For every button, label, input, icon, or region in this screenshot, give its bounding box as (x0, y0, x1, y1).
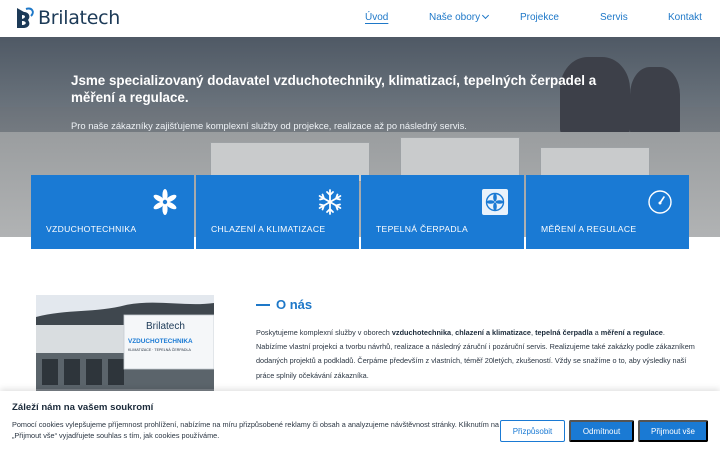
cookie-customize-button[interactable]: Přizpůsobit (500, 420, 565, 442)
about-bold-tepelna-cerpadla: tepelná čerpadla (535, 328, 593, 337)
about-text-sep: a (592, 328, 601, 337)
fan-icon (153, 189, 177, 215)
photo-sign-line-2: KLIMATIZACE · TEPELNÁ ČERPADLA (128, 347, 192, 352)
tile-label: MĚŘENÍ A REGULACE (541, 224, 637, 234)
nav-item-kontakt[interactable]: Kontakt (668, 12, 702, 23)
hero-title: Jsme specializovaný dodavatel vzduchotec… (71, 73, 597, 105)
nav-item-servis[interactable]: Servis (600, 12, 628, 23)
cookie-title: Záleží nám na vašem soukromí (12, 402, 154, 413)
tile-label: TEPELNÁ ČERPADLA (376, 224, 469, 234)
logo[interactable]: Brilatech (14, 6, 120, 30)
cookie-text: Pomocí cookies vylepšujeme příjemnost pr… (12, 420, 499, 440)
building-illustration: Brilatech VZDUCHOTECHNIKA KLIMATIZACE · … (36, 295, 214, 395)
tile-chlazeni-a-klimatizace[interactable]: CHLAZENÍ A KLIMATIZACE (196, 175, 359, 249)
cookie-reject-button[interactable]: Odmítnout (569, 420, 634, 442)
gauge-icon (648, 190, 672, 214)
tile-vzduchotechnika[interactable]: VZDUCHOTECHNIKA (31, 175, 194, 249)
tile-label: VZDUCHOTECHNIKA (46, 224, 137, 234)
site-header: Brilatech Úvod Naše obory Projekce Servi… (0, 0, 720, 37)
heat-pump-icon (482, 189, 508, 215)
nav-item-uvod[interactable]: Úvod (365, 12, 388, 23)
logo-text: Brilatech (38, 7, 120, 29)
company-building-photo: Brilatech VZDUCHOTECHNIKA KLIMATIZACE · … (36, 295, 214, 395)
snowflake-icon (318, 189, 342, 215)
about-bold-mereni: měření a regulace (600, 328, 663, 337)
tile-tepelna-cerpadla[interactable]: TEPELNÁ ČERPADLA (361, 175, 524, 249)
about-bold-chlazeni: chlazení a klimatizace (455, 328, 531, 337)
photo-sign-line-1: VZDUCHOTECHNIKA (128, 338, 193, 345)
chevron-down-icon (482, 11, 490, 20)
photo-sign-brand: Brilatech (146, 321, 185, 332)
about-paragraph: Poskytujeme komplexní služby v oborech v… (256, 326, 696, 383)
nav-item-nase-obory[interactable]: Naše obory (429, 11, 490, 23)
about-heading: O nás (256, 297, 312, 312)
tile-mereni-a-regulace[interactable]: MĚŘENÍ A REGULACE (526, 175, 689, 249)
about-bold-vzduchotechnika: vzduchotechnika (391, 328, 452, 337)
nav-item-projekce[interactable]: Projekce (520, 12, 559, 23)
heading-accent-line (256, 303, 270, 306)
nav-item-label: Naše obory (429, 12, 481, 23)
brilatech-logo-icon (17, 7, 34, 28)
tile-label: CHLAZENÍ A KLIMATIZACE (211, 224, 326, 234)
cookie-accept-button[interactable]: Přijmout vše (638, 420, 708, 442)
hero-subtitle: Pro naše zákazníky zajišťujeme komplexní… (71, 120, 467, 131)
about-text-part: Poskytujeme komplexní služby v oborech (256, 328, 392, 337)
about-title: O nás (276, 297, 313, 312)
